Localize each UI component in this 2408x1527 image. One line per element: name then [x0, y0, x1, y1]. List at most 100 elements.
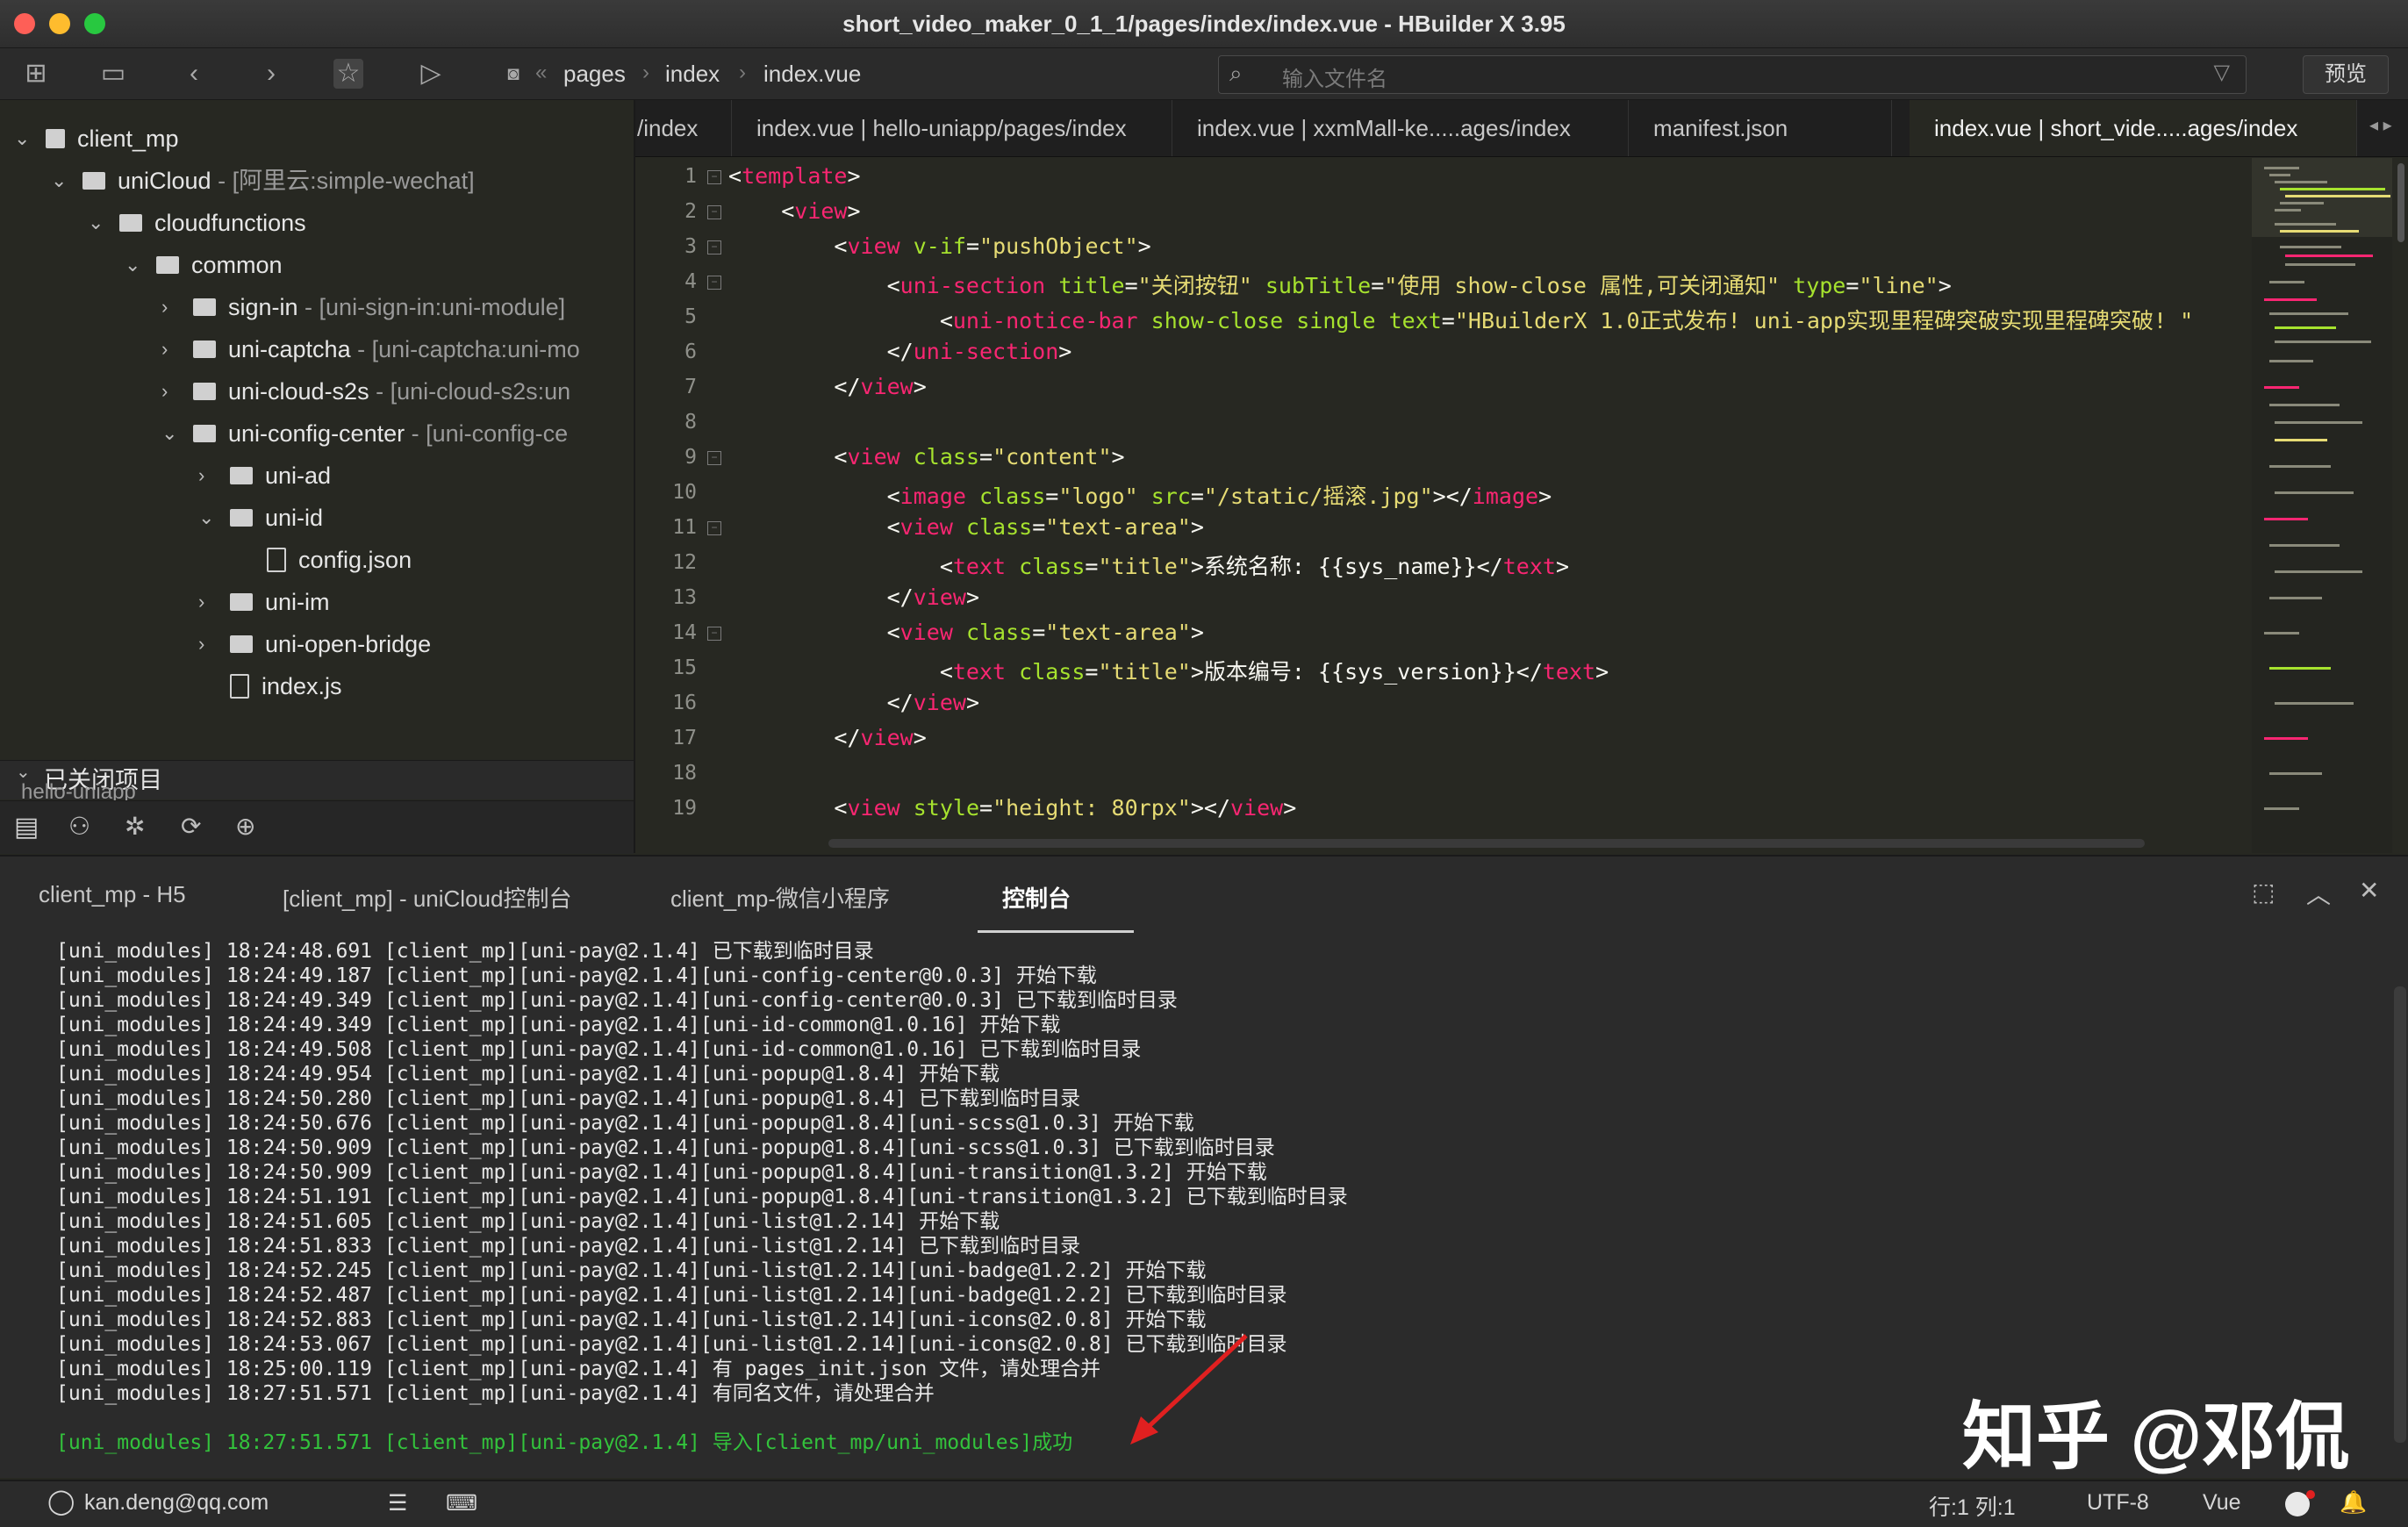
- code-editor[interactable]: 1−2−3−4−5 6 7 8 9−10 11−12 13 14−15 16 17 18 19 <te…: [635, 158, 2250, 853]
- minimap[interactable]: [2252, 158, 2392, 853]
- close-window-button[interactable]: [14, 13, 35, 34]
- export-icon[interactable]: ⬚: [2252, 878, 2275, 907]
- tab-wechat-miniprogram[interactable]: client_mp-微信小程序: [670, 881, 890, 914]
- terminal-icon[interactable]: ⌨: [446, 1490, 477, 1516]
- sidebar-item[interactable]: ⌄ uni-id: [198, 500, 324, 535]
- plugin-icon[interactable]: ⚇: [68, 812, 90, 841]
- project-icon: ◙: [507, 62, 520, 84]
- filter-icon[interactable]: ▽: [2214, 60, 2230, 85]
- tab-index[interactable]: /index: [635, 100, 732, 156]
- line-number: 9: [684, 446, 697, 469]
- sidebar-item-label: cloudfunctions: [154, 210, 306, 236]
- code-line: <view>: [728, 198, 861, 224]
- fold-toggle-icon[interactable]: −: [707, 205, 721, 219]
- tab-xxmmall-index[interactable]: index.vue | xxmMall-ke.....ages/index: [1172, 100, 1629, 156]
- line-number: 8: [684, 411, 697, 434]
- line-number: 18: [672, 762, 697, 785]
- sidebar-item-label: uni-id: [265, 505, 324, 531]
- chevron-right-icon[interactable]: ›: [198, 627, 204, 662]
- bell-icon[interactable]: 🔔: [2340, 1490, 2367, 1516]
- vertical-scrollbar[interactable]: [2394, 158, 2408, 853]
- tab-hello-uniapp-index[interactable]: index.vue | hello-uniapp/pages/index: [732, 100, 1172, 156]
- user-icon[interactable]: ◯: [47, 1487, 75, 1516]
- sidebar-item[interactable]: › uni-captcha - [uni-captcha:uni-mo: [161, 332, 580, 367]
- sidebar-item[interactable]: ⌄ uniCloud - [阿里云:simple-wechat]: [51, 163, 475, 198]
- title-bar: short_video_maker_0_1_1/pages/index/inde…: [0, 0, 2408, 48]
- chevron-down-icon[interactable]: ⌄: [14, 121, 30, 156]
- new-file-icon[interactable]: ⊞: [21, 59, 51, 89]
- debug-icon[interactable]: ✲: [125, 812, 145, 841]
- tab-scroll-icon[interactable]: ◂ ▸: [2369, 114, 2392, 136]
- horizontal-scrollbar[interactable]: [828, 839, 2145, 848]
- tab-short-video-index[interactable]: index.vue | short_vide.....ages/index: [1910, 100, 2357, 156]
- breadcrumb-item[interactable]: index: [665, 61, 720, 88]
- code-line: <view class="content">: [728, 444, 1125, 470]
- fold-toggle-icon[interactable]: −: [707, 451, 721, 465]
- file-encoding[interactable]: UTF-8: [2087, 1490, 2149, 1516]
- chevron-right-icon[interactable]: ›: [161, 374, 168, 409]
- chevron-down-icon[interactable]: ⌄: [198, 500, 214, 535]
- sidebar-item[interactable]: › uni-ad: [198, 458, 331, 493]
- minimize-window-button[interactable]: [49, 13, 70, 34]
- sidebar-item[interactable]: ⌄ uni-config-center - [uni-config-ce: [161, 416, 568, 451]
- outline-icon[interactable]: ☰: [388, 1490, 407, 1516]
- fold-toggle-icon[interactable]: −: [707, 521, 721, 535]
- active-tab-indicator: [978, 930, 1134, 933]
- fold-toggle-icon[interactable]: −: [707, 627, 721, 641]
- sidebar-item-label: uni-im: [265, 589, 330, 615]
- chevron-down-icon[interactable]: ⌄: [88, 205, 104, 240]
- tab-console[interactable]: 控制台: [1002, 881, 1071, 914]
- fold-toggle-icon[interactable]: −: [707, 170, 721, 184]
- code-line: <image class="logo" src="/static/摇滚.jpg"…: [728, 484, 1552, 509]
- file-icon: [267, 547, 286, 572]
- folder-icon: [193, 298, 216, 316]
- closed-projects-section[interactable]: ⌄ 已关闭项目 hello-uniapp: [0, 760, 634, 804]
- sidebar-item[interactable]: ⌄ client_mp: [14, 121, 179, 156]
- console-scrollbar[interactable]: [2394, 986, 2406, 1443]
- file-language[interactable]: Vue: [2203, 1490, 2241, 1516]
- chevron-right-icon[interactable]: ›: [161, 332, 168, 367]
- star-icon[interactable]: ☆: [333, 59, 363, 89]
- fold-toggle-icon[interactable]: −: [707, 240, 721, 254]
- line-number: 4: [684, 270, 697, 293]
- code-line: </view>: [728, 690, 979, 715]
- tab-manifest[interactable]: manifest.json: [1629, 100, 1892, 156]
- preview-button[interactable]: 预览: [2303, 55, 2389, 94]
- sidebar-item[interactable]: › uni-im: [198, 584, 330, 620]
- chevron-down-icon[interactable]: ⌄: [161, 416, 177, 451]
- chevron-right-icon[interactable]: ›: [198, 458, 204, 493]
- tab-unicloud-console[interactable]: [client_mp] - uniCloud控制台: [283, 881, 571, 914]
- fold-toggle-icon[interactable]: −: [707, 276, 721, 290]
- chevron-right-icon[interactable]: ›: [198, 584, 204, 620]
- sidebar-item[interactable]: ⌄ common: [125, 247, 283, 283]
- sidebar-item[interactable]: › sign-in - [uni-sign-in:uni-module]: [161, 290, 565, 325]
- sidebar-item[interactable]: › uni-open-bridge: [198, 627, 431, 662]
- breadcrumb-item[interactable]: pages: [563, 61, 626, 88]
- maximize-icon[interactable]: ︿: [2306, 876, 2331, 911]
- red-arrow-annotation: [1130, 1334, 1248, 1445]
- forward-icon[interactable]: ›: [256, 59, 286, 89]
- sidebar-item[interactable]: ⌄ cloudfunctions: [88, 205, 306, 240]
- editor-tabs: /index index.vue | hello-uniapp/pages/in…: [635, 100, 2408, 157]
- zoom-window-button[interactable]: [84, 13, 105, 34]
- chevron-down-icon[interactable]: ⌄: [51, 163, 67, 198]
- browser-icon[interactable]: ⊕: [235, 812, 255, 841]
- save-icon[interactable]: ▭: [98, 59, 128, 89]
- sidebar-item[interactable]: config.json: [267, 542, 412, 577]
- sidebar-item[interactable]: index.js: [230, 669, 342, 704]
- back-icon[interactable]: ‹: [179, 59, 209, 89]
- cursor-position[interactable]: 行:1 列:1: [1929, 1490, 2016, 1522]
- file-search-input[interactable]: ⌕ 输入文件名 ▽: [1218, 55, 2247, 94]
- clear-console-icon[interactable]: ✕: [2359, 876, 2379, 905]
- run-icon[interactable]: ▷: [416, 59, 446, 89]
- tab-client-mp-h5[interactable]: client_mp - H5: [39, 881, 186, 908]
- chevron-right-icon[interactable]: ›: [161, 290, 168, 325]
- project-sidebar: ⌄ client_mp ⌄ uniCloud - [阿里云:simple-wechat…: [0, 100, 635, 853]
- sidebar-item[interactable]: › uni-cloud-s2s - [uni-cloud-s2s:un: [161, 374, 570, 409]
- scroll-thumb[interactable]: [2397, 163, 2404, 242]
- project-manager-icon[interactable]: ▤: [14, 812, 39, 842]
- breadcrumb-item[interactable]: index.vue: [763, 61, 861, 88]
- user-account[interactable]: kan.deng@qq.com: [84, 1490, 269, 1516]
- source-control-icon[interactable]: ⟳: [181, 812, 201, 841]
- chevron-down-icon[interactable]: ⌄: [125, 247, 140, 283]
